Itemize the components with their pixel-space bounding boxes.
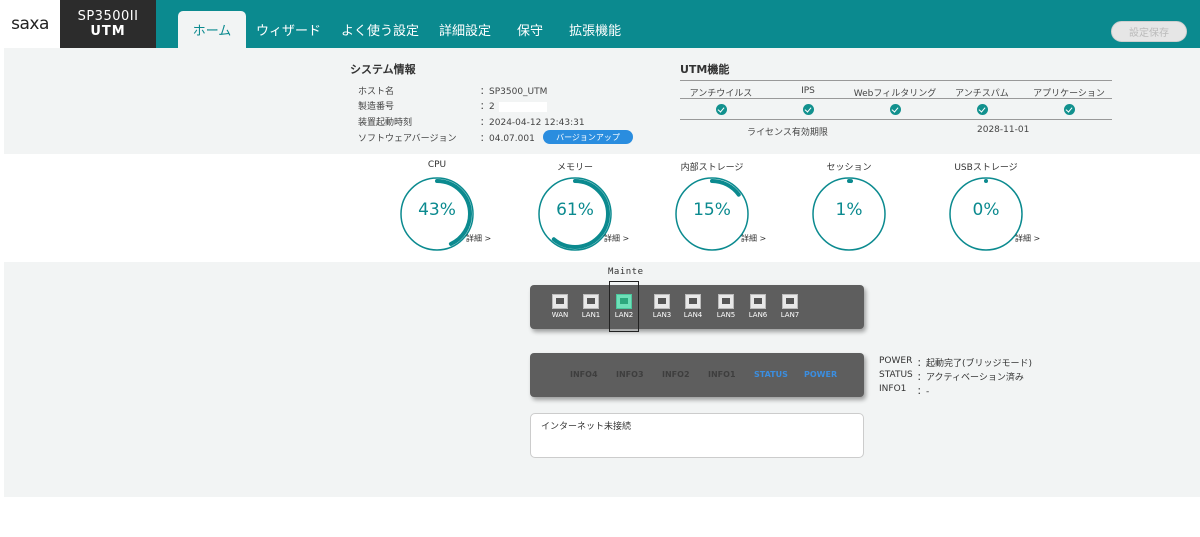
- model-logo: SP3500II UTM: [60, 0, 156, 48]
- main-tabs: ホーム ウィザード よく使う設定 詳細設定 保守 拡張機能: [178, 11, 631, 48]
- version-up-button[interactable]: バージョンアップ: [543, 130, 633, 144]
- boot-time-value: ：2024-04-12 12:43:31: [480, 118, 585, 128]
- port-lan4[interactable]: LAN4: [683, 294, 703, 319]
- gauge-memory: メモリー 61% 詳細 >: [530, 158, 640, 258]
- gauge-detail-link[interactable]: 詳細 >: [1015, 233, 1040, 244]
- utm-divider: [680, 119, 1112, 120]
- tab-wizard[interactable]: ウィザード: [246, 11, 331, 48]
- software-version-value: ：04.07.001: [480, 134, 535, 144]
- check-icon: [803, 104, 814, 115]
- utm-head-antivirus: アンチウイルス: [689, 89, 753, 99]
- gauge-label: CPU: [427, 160, 447, 170]
- led-status: STATUS: [754, 370, 788, 379]
- port-label: LAN5: [716, 311, 736, 319]
- mainte-port-frame: [609, 281, 639, 332]
- message-box: インターネット未接続: [530, 413, 864, 458]
- check-icon: [890, 104, 901, 115]
- ethernet-port-icon: [782, 294, 798, 309]
- utm-head-application: アプリケーション: [1033, 89, 1105, 99]
- hostname-value: ：SP3500_UTM: [480, 87, 548, 97]
- led-power: POWER: [804, 370, 838, 379]
- gauge-label: セッション: [826, 163, 872, 173]
- utm-divider: [680, 80, 1112, 81]
- masked-serial: [498, 101, 547, 112]
- port-label: LAN7: [780, 311, 800, 319]
- gauge-detail-link[interactable]: 詳細 >: [466, 233, 491, 244]
- model-type: UTM: [90, 24, 126, 39]
- serial-label: 製造番号: [358, 102, 395, 112]
- gauge-value: 43%: [418, 200, 456, 220]
- check-icon: [1064, 104, 1075, 115]
- connection-message: インターネット未接続: [541, 422, 632, 432]
- tab-common-settings[interactable]: よく使う設定: [331, 11, 429, 48]
- gauge-value: 61%: [556, 200, 594, 220]
- port-wan[interactable]: WAN: [550, 294, 570, 319]
- led-info4: INFO4: [570, 370, 598, 379]
- top-nav: saxa SP3500II UTM ホーム ウィザード よく使う設定 詳細設定 …: [0, 0, 1200, 48]
- utm-head-ips: IPS: [801, 86, 815, 96]
- gauge-label: 内部ストレージ: [680, 163, 744, 173]
- utm-head-antispam: アンチスパム: [955, 89, 1009, 99]
- system-info-title: システム情報: [350, 63, 416, 76]
- led-info1: INFO1: [708, 370, 736, 379]
- led-info2: INFO2: [662, 370, 690, 379]
- ethernet-port-icon: [718, 294, 734, 309]
- port-lan3[interactable]: LAN3: [652, 294, 672, 319]
- check-icon: [716, 104, 727, 115]
- status-power-value: ：起動完了(ブリッジモード): [917, 359, 1033, 369]
- port-lan5[interactable]: LAN5: [716, 294, 736, 319]
- saxa-logo: saxa: [0, 0, 60, 48]
- gauge-cpu: CPU 43% 詳細 >: [392, 158, 502, 258]
- utm-head-webfilter: Webフィルタリング: [853, 89, 937, 99]
- port-label: LAN6: [748, 311, 768, 319]
- port-label: LAN3: [652, 311, 672, 319]
- ethernet-port-icon: [685, 294, 701, 309]
- ethernet-port-icon: [654, 294, 670, 309]
- ethernet-port-icon: [552, 294, 568, 309]
- gauge-value: 1%: [835, 200, 863, 220]
- utm-title: UTM機能: [680, 63, 730, 76]
- tab-maintenance[interactable]: 保守: [507, 11, 553, 48]
- tab-home[interactable]: ホーム: [178, 11, 246, 48]
- mainte-label: Mainte: [608, 267, 644, 277]
- status-info1-label: INFO1: [879, 384, 907, 394]
- check-icon: [977, 104, 988, 115]
- ethernet-port-icon: [583, 294, 599, 309]
- license-date: 2028-11-01: [977, 125, 1030, 135]
- model-name: SP3500II: [77, 9, 139, 24]
- software-version-label: ソフトウェアバージョン: [358, 134, 457, 144]
- port-label: LAN4: [683, 311, 703, 319]
- port-label: WAN: [551, 311, 569, 319]
- gauge-label: USBストレージ: [954, 163, 1018, 173]
- gauge-label: メモリー: [556, 163, 593, 173]
- ethernet-port-icon: [750, 294, 766, 309]
- gauge-detail-link[interactable]: 詳細 >: [604, 233, 629, 244]
- gauge-usb-storage: USBストレージ 0% 詳細 >: [941, 158, 1051, 258]
- gauge-session: セッション 1%: [804, 158, 914, 258]
- save-settings-button[interactable]: 設定保存: [1111, 21, 1187, 42]
- gauge-internal-storage: 内部ストレージ 15% 詳細 >: [667, 158, 777, 258]
- boot-time-label: 装置起動時刻: [358, 118, 413, 128]
- tab-advanced-settings[interactable]: 詳細設定: [429, 11, 501, 48]
- hostname-label: ホスト名: [358, 87, 395, 97]
- tab-extensions[interactable]: 拡張機能: [559, 11, 631, 48]
- license-label: ライセンス有効期限: [747, 128, 828, 138]
- status-power-label: POWER: [879, 356, 913, 366]
- status-status-label: STATUS: [879, 370, 913, 380]
- gauge-value: 0%: [972, 200, 1000, 220]
- port-lan6[interactable]: LAN6: [748, 294, 768, 319]
- led-info3: INFO3: [616, 370, 644, 379]
- port-lan7[interactable]: LAN7: [780, 294, 800, 319]
- status-status-value: ：アクティベーション済み: [917, 373, 1024, 383]
- port-label: LAN1: [581, 311, 601, 319]
- status-info1-value: ：-: [917, 387, 930, 397]
- serial-value: ：2: [480, 99, 547, 112]
- gauge-value: 15%: [693, 200, 731, 220]
- port-lan1[interactable]: LAN1: [581, 294, 601, 319]
- gauge-detail-link[interactable]: 詳細 >: [741, 233, 766, 244]
